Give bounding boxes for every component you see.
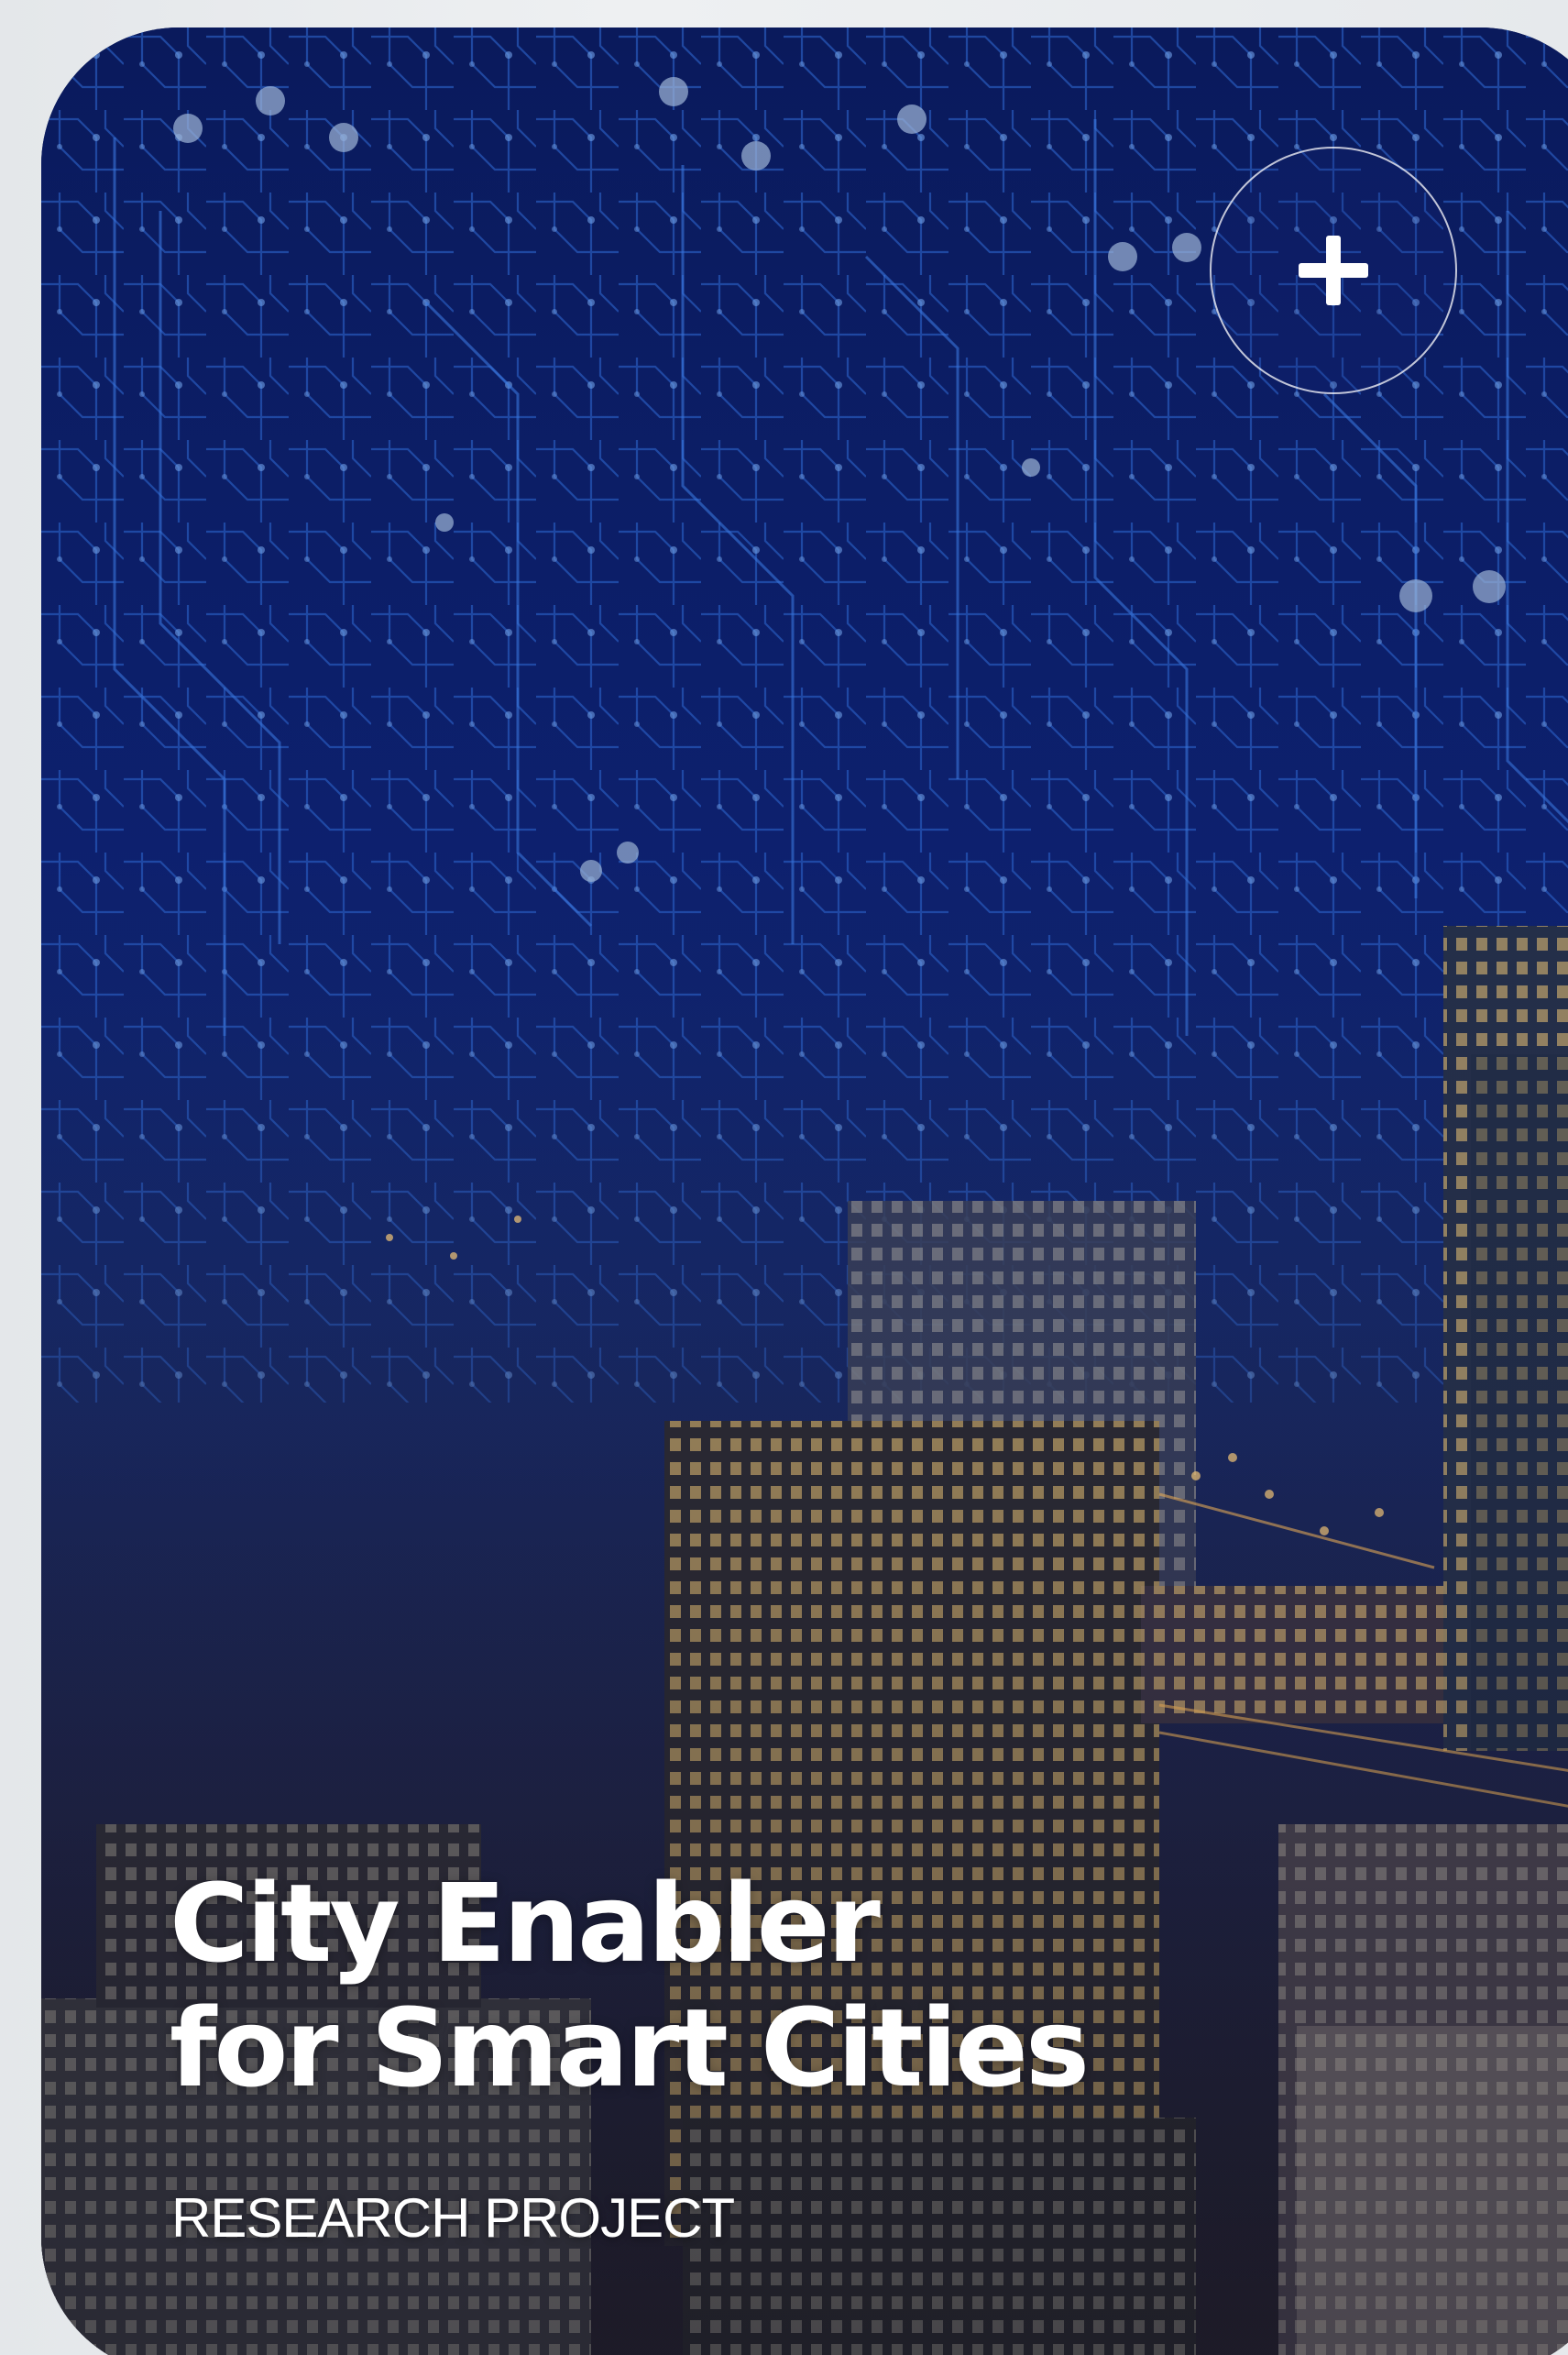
- project-card[interactable]: City Enabler for Smart Cities RESEARCH P…: [41, 28, 1568, 2355]
- title-line-2: for Smart Cities: [170, 1985, 1090, 2111]
- page: City Enabler for Smart Cities RESEARCH P…: [0, 0, 1568, 2355]
- title-line-1: City Enabler: [170, 1860, 881, 1986]
- project-title: City Enabler for Smart Cities: [170, 1861, 1361, 2110]
- project-category: RESEARCH PROJECT: [171, 2187, 735, 2249]
- expand-button[interactable]: [1210, 147, 1457, 394]
- plus-icon: [1299, 236, 1368, 305]
